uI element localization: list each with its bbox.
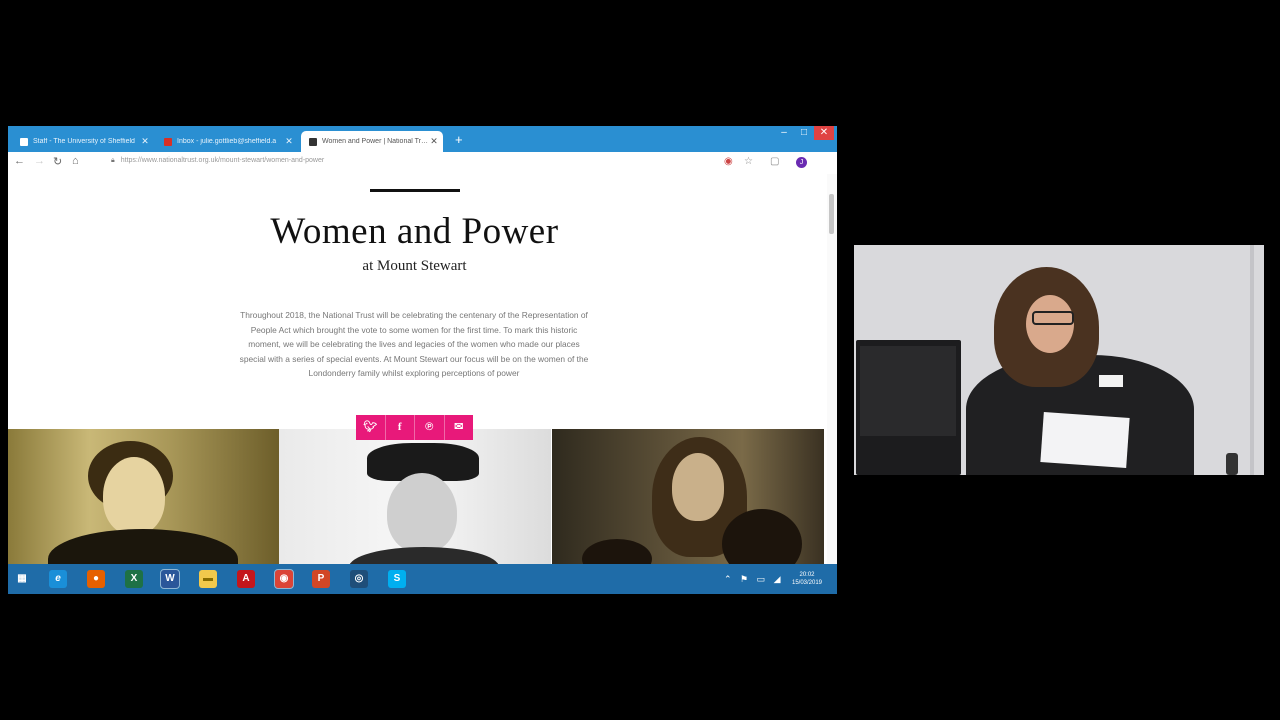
close-tab-icon[interactable]: ✕ bbox=[429, 136, 439, 147]
extension-icon[interactable]: ◉ bbox=[724, 156, 733, 167]
portrait-photo-1 bbox=[8, 429, 279, 564]
acrobat-icon[interactable]: A bbox=[237, 570, 255, 588]
clock-date: 15/03/2019 bbox=[791, 580, 823, 586]
skype-icon[interactable]: S bbox=[388, 570, 406, 588]
profile-avatar[interactable]: J bbox=[796, 157, 807, 168]
minimize-button[interactable]: – bbox=[774, 126, 794, 140]
maximize-button[interactable]: □ bbox=[794, 126, 814, 140]
extension-square-icon[interactable]: ▢ bbox=[770, 156, 779, 167]
internet-explorer-icon[interactable]: e bbox=[49, 570, 67, 588]
lock-icon: 🔒︎ bbox=[111, 157, 115, 164]
task-view-icon[interactable]: ▦ bbox=[13, 570, 31, 588]
twitter-icon[interactable]: 🐦︎ bbox=[356, 415, 386, 440]
page-scrollbar[interactable] bbox=[827, 174, 837, 564]
monitor-screen bbox=[860, 346, 956, 436]
web-page: Women and Power at Mount Stewart Through… bbox=[8, 174, 837, 564]
wall-edge bbox=[1250, 245, 1254, 475]
tab-title: Inbox - julie.gottlieb@sheffield.a bbox=[177, 138, 277, 145]
portrait-photo-3 bbox=[552, 429, 824, 564]
excel-icon[interactable]: X bbox=[125, 570, 143, 588]
file-explorer-icon[interactable]: ▬ bbox=[199, 570, 217, 588]
eye-app-icon[interactable]: ◎ bbox=[350, 570, 368, 588]
chrome-icon[interactable]: ◉ bbox=[274, 569, 294, 589]
university-favicon-icon bbox=[20, 137, 28, 146]
tab-inbox[interactable]: Inbox - julie.gottlieb@sheffield.a ✕ bbox=[156, 131, 298, 152]
tab-title: Women and Power | National Trust bbox=[322, 138, 429, 145]
windows-taskbar: ▦ e ● X W ▬ A ◉ P ◎ S ⌃ ⚑ ▭ ◢ 20:02 15/0… bbox=[8, 564, 837, 594]
new-tab-button[interactable]: + bbox=[455, 132, 463, 147]
forward-arrow-icon[interactable]: → bbox=[34, 155, 45, 167]
monitor bbox=[856, 340, 961, 475]
tab-title: Staff - The University of Sheffield bbox=[33, 138, 135, 145]
firefox-icon[interactable]: ● bbox=[87, 570, 105, 588]
taskbar-clock[interactable]: 20:02 15/03/2019 bbox=[782, 571, 832, 587]
pinterest-icon[interactable]: ℗ bbox=[415, 415, 445, 440]
name-badge bbox=[1099, 375, 1123, 387]
tab-staff[interactable]: Staff - The University of Sheffield ✕ bbox=[12, 131, 154, 152]
bookmark-star-icon[interactable]: ☆ bbox=[744, 156, 753, 167]
glasses-icon bbox=[1032, 311, 1074, 325]
speaker-video bbox=[854, 245, 1264, 475]
national-trust-favicon-icon bbox=[309, 137, 317, 146]
share-bar: 🐦︎ f ℗ ✉ bbox=[356, 415, 473, 440]
paper-sheets bbox=[1040, 412, 1130, 468]
address-bar[interactable]: 🔒︎ https://www.nationaltrust.org.uk/mount… bbox=[111, 157, 324, 165]
home-icon[interactable]: ⌂ bbox=[72, 155, 79, 167]
clock-time: 20:02 bbox=[799, 572, 815, 578]
microphone-icon bbox=[1226, 453, 1238, 475]
page-title: Women and Power bbox=[270, 211, 559, 252]
close-window-button[interactable]: ✕ bbox=[814, 126, 834, 140]
system-tray-icons[interactable]: ⌃ ⚑ ▭ ◢ bbox=[724, 574, 784, 585]
close-tab-icon[interactable]: ✕ bbox=[140, 136, 150, 147]
portrait-photo-2 bbox=[279, 429, 551, 564]
url-text: https://www.nationaltrust.org.uk/mount-s… bbox=[120, 157, 325, 164]
browser-titlebar: Staff - The University of Sheffield ✕ In… bbox=[8, 126, 837, 152]
reload-icon[interactable]: ↻ bbox=[53, 155, 62, 168]
intro-paragraph: Throughout 2018, the National Trust will… bbox=[239, 310, 589, 378]
word-icon[interactable]: W bbox=[160, 569, 180, 589]
browser-toolbar: ← → ↻ ⌂ 🔒︎ https://www.nationaltrust.org.… bbox=[8, 152, 837, 175]
scrollbar-thumb[interactable] bbox=[829, 194, 834, 234]
screen-capture: Staff - The University of Sheffield ✕ In… bbox=[8, 126, 837, 594]
email-icon[interactable]: ✉ bbox=[445, 415, 474, 440]
powerpoint-icon[interactable]: P bbox=[312, 570, 330, 588]
tab-women-and-power[interactable]: Women and Power | National Trust ✕ bbox=[301, 131, 443, 152]
page-subtitle: at Mount Stewart bbox=[362, 258, 467, 274]
back-arrow-icon[interactable]: ← bbox=[14, 155, 25, 167]
mail-favicon-icon bbox=[164, 137, 172, 146]
facebook-icon[interactable]: f bbox=[386, 415, 415, 440]
heading-rule bbox=[370, 189, 460, 192]
close-tab-icon[interactable]: ✕ bbox=[284, 136, 294, 147]
